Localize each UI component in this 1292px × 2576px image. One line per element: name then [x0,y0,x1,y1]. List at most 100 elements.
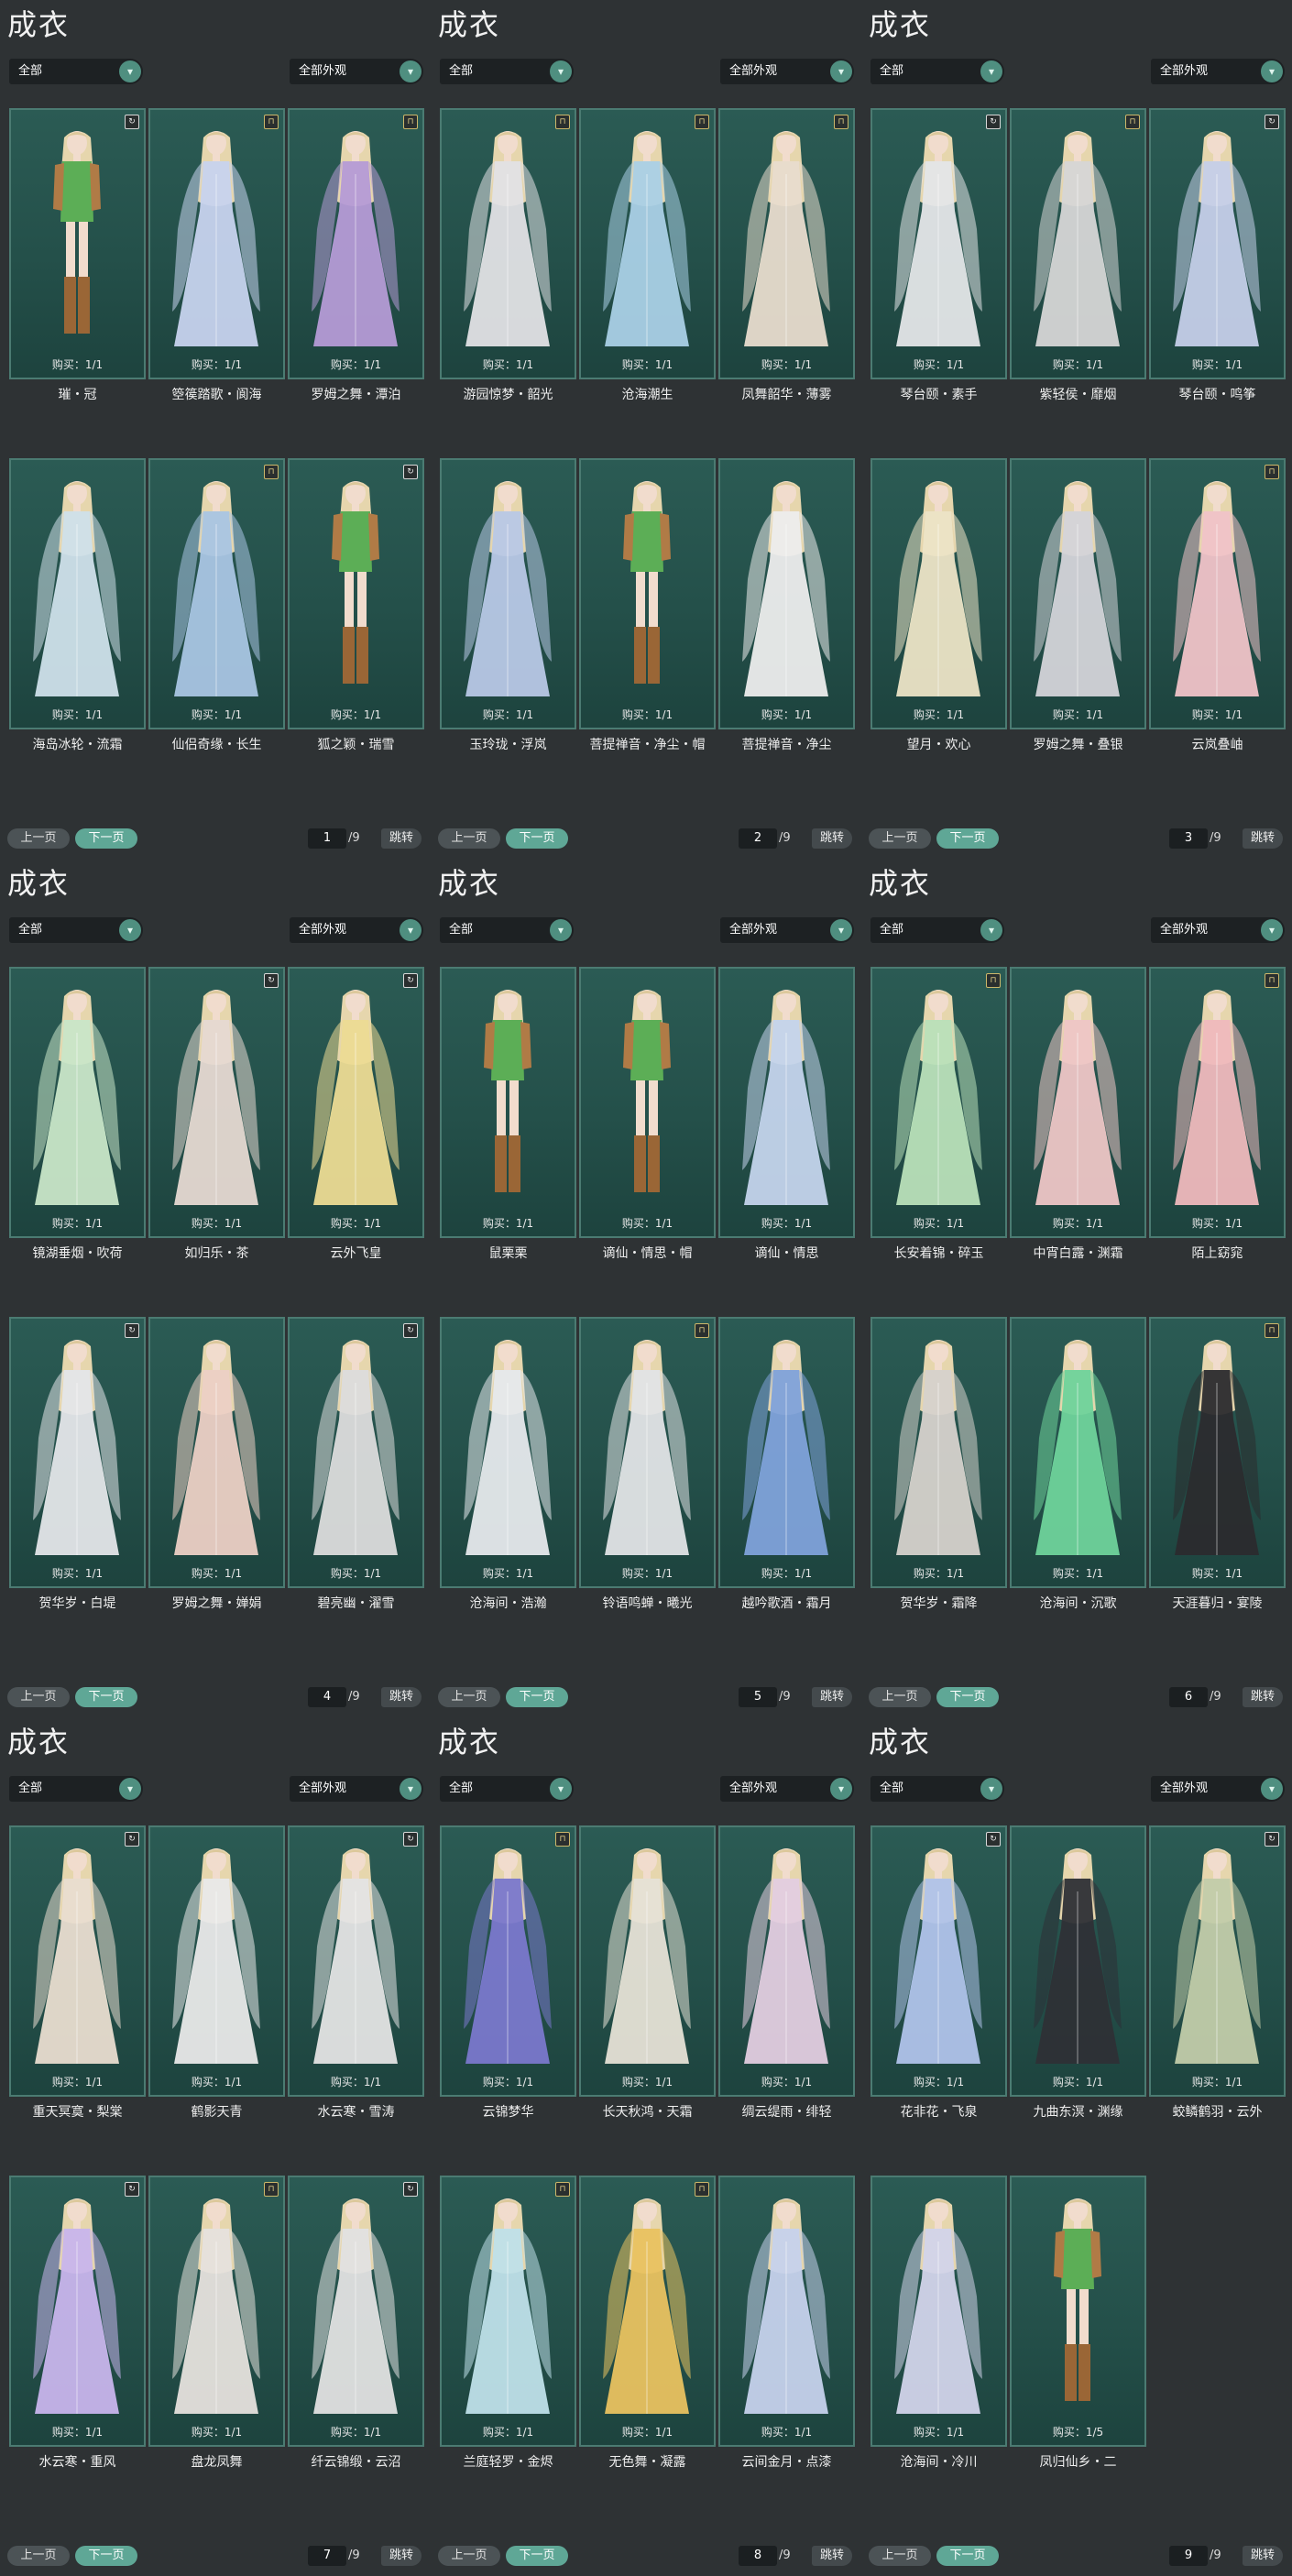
outfit-card[interactable]: 购买：1/1 [579,1825,716,2097]
outfit-card[interactable]: ↻ 购买：1/1 [288,458,424,729]
chevron-down-icon[interactable]: ▾ [550,60,572,82]
appearance-dropdown[interactable]: 全部外观 ▾ [290,1776,423,1802]
page-number-input[interactable]: 9 [1169,2546,1208,2566]
outfit-card[interactable]: ⊓ 购买：1/1 [148,458,285,729]
chevron-down-icon[interactable]: ▾ [550,1778,572,1800]
category-dropdown[interactable]: 全部 ▾ [870,59,1004,84]
outfit-card[interactable]: ↻ 购买：1/1 [288,1825,424,2097]
outfit-card[interactable]: ⊓ 购买：1/1 [579,2176,716,2447]
outfit-card[interactable]: 购买：1/1 [9,458,146,729]
outfit-card[interactable]: ↻ 购买：1/1 [288,1317,424,1588]
chevron-down-icon[interactable]: ▾ [1261,1778,1283,1800]
outfit-card[interactable]: ⊓ 购买：1/1 [440,1825,576,2097]
page-number-input[interactable]: 2 [739,828,777,849]
jump-button[interactable]: 跳转 [812,828,852,849]
outfit-card[interactable]: 购买：1/1 [148,1317,285,1588]
prev-page-button[interactable]: 上一页 [869,828,931,849]
chevron-down-icon[interactable]: ▾ [119,919,141,941]
outfit-card[interactable]: 购买：1/1 [718,1825,855,2097]
chevron-down-icon[interactable]: ▾ [980,60,1002,82]
outfit-card[interactable]: ⊓ 购买：1/1 [1149,458,1286,729]
outfit-card[interactable]: 购买：1/1 [440,967,576,1238]
outfit-card[interactable]: 购买：1/1 [718,458,855,729]
outfit-card[interactable]: ↻ 购买：1/1 [1149,108,1286,379]
category-dropdown[interactable]: 全部 ▾ [9,59,143,84]
outfit-card[interactable]: 购买：1/1 [870,458,1007,729]
outfit-card[interactable]: 购买：1/1 [1010,1825,1146,2097]
jump-button[interactable]: 跳转 [1243,828,1283,849]
page-number-input[interactable]: 3 [1169,828,1208,849]
appearance-dropdown[interactable]: 全部外观 ▾ [720,59,854,84]
category-dropdown[interactable]: 全部 ▾ [440,1776,574,1802]
outfit-card[interactable]: ⊓ 购买：1/1 [579,1317,716,1588]
page-number-input[interactable]: 7 [308,2546,346,2566]
jump-button[interactable]: 跳转 [381,2546,422,2566]
outfit-card[interactable]: 购买：1/1 [9,967,146,1238]
outfit-card[interactable]: 购买：1/1 [718,2176,855,2447]
outfit-card[interactable]: 购买：1/1 [148,1825,285,2097]
chevron-down-icon[interactable]: ▾ [400,1778,422,1800]
appearance-dropdown[interactable]: 全部外观 ▾ [720,1776,854,1802]
outfit-card[interactable]: ↻ 购买：1/1 [870,108,1007,379]
prev-page-button[interactable]: 上一页 [7,828,70,849]
chevron-down-icon[interactable]: ▾ [119,60,141,82]
chevron-down-icon[interactable]: ▾ [830,1778,852,1800]
prev-page-button[interactable]: 上一页 [869,1687,931,1707]
page-number-input[interactable]: 4 [308,1687,346,1707]
next-page-button[interactable]: 下一页 [936,1687,999,1707]
appearance-dropdown[interactable]: 全部外观 ▾ [720,917,854,943]
chevron-down-icon[interactable]: ▾ [980,1778,1002,1800]
category-dropdown[interactable]: 全部 ▾ [870,917,1004,943]
outfit-card[interactable]: ⊓ 购买：1/1 [1010,108,1146,379]
chevron-down-icon[interactable]: ▾ [980,919,1002,941]
page-number-input[interactable]: 5 [739,1687,777,1707]
outfit-card[interactable]: ↻ 购买：1/1 [148,967,285,1238]
jump-button[interactable]: 跳转 [381,1687,422,1707]
outfit-card[interactable]: ↻ 购买：1/1 [9,2176,146,2447]
page-number-input[interactable]: 8 [739,2546,777,2566]
next-page-button[interactable]: 下一页 [75,2546,137,2566]
outfit-card[interactable]: 购买：1/1 [718,967,855,1238]
next-page-button[interactable]: 下一页 [75,828,137,849]
chevron-down-icon[interactable]: ▾ [550,919,572,941]
outfit-card[interactable]: ⊓ 购买：1/1 [1149,967,1286,1238]
outfit-card[interactable]: ↻ 购买：1/1 [9,1825,146,2097]
appearance-dropdown[interactable]: 全部外观 ▾ [290,59,423,84]
outfit-card[interactable]: 购买：1/5 [1010,2176,1146,2447]
category-dropdown[interactable]: 全部 ▾ [870,1776,1004,1802]
category-dropdown[interactable]: 全部 ▾ [9,917,143,943]
outfit-card[interactable]: 购买：1/1 [718,1317,855,1588]
next-page-button[interactable]: 下一页 [936,828,999,849]
prev-page-button[interactable]: 上一页 [869,2546,931,2566]
appearance-dropdown[interactable]: 全部外观 ▾ [1151,917,1285,943]
outfit-card[interactable]: 购买：1/1 [440,1317,576,1588]
prev-page-button[interactable]: 上一页 [7,2546,70,2566]
chevron-down-icon[interactable]: ▾ [830,60,852,82]
next-page-button[interactable]: 下一页 [936,2546,999,2566]
prev-page-button[interactable]: 上一页 [438,2546,500,2566]
page-number-input[interactable]: 1 [308,828,346,849]
outfit-card[interactable]: ↻ 购买：1/1 [870,1825,1007,2097]
outfit-card[interactable]: 购买：1/1 [870,1317,1007,1588]
outfit-card[interactable]: 购买：1/1 [870,2176,1007,2447]
outfit-card[interactable]: ↻ 购买：1/1 [9,108,146,379]
next-page-button[interactable]: 下一页 [506,828,568,849]
outfit-card[interactable]: ⊓ 购买：1/1 [579,108,716,379]
outfit-card[interactable]: 购买：1/1 [1010,967,1146,1238]
next-page-button[interactable]: 下一页 [506,1687,568,1707]
appearance-dropdown[interactable]: 全部外观 ▾ [1151,1776,1285,1802]
chevron-down-icon[interactable]: ▾ [119,1778,141,1800]
chevron-down-icon[interactable]: ▾ [1261,60,1283,82]
jump-button[interactable]: 跳转 [812,1687,852,1707]
outfit-card[interactable]: ⊓ 购买：1/1 [440,2176,576,2447]
jump-button[interactable]: 跳转 [1243,1687,1283,1707]
chevron-down-icon[interactable]: ▾ [400,60,422,82]
outfit-card[interactable]: ⊓ 购买：1/1 [870,967,1007,1238]
outfit-card[interactable]: ⊓ 购买：1/1 [1149,1317,1286,1588]
outfit-card[interactable]: 购买：1/1 [579,967,716,1238]
jump-button[interactable]: 跳转 [381,828,422,849]
category-dropdown[interactable]: 全部 ▾ [440,59,574,84]
outfit-card[interactable]: 购买：1/1 [1010,1317,1146,1588]
chevron-down-icon[interactable]: ▾ [400,919,422,941]
jump-button[interactable]: 跳转 [1243,2546,1283,2566]
